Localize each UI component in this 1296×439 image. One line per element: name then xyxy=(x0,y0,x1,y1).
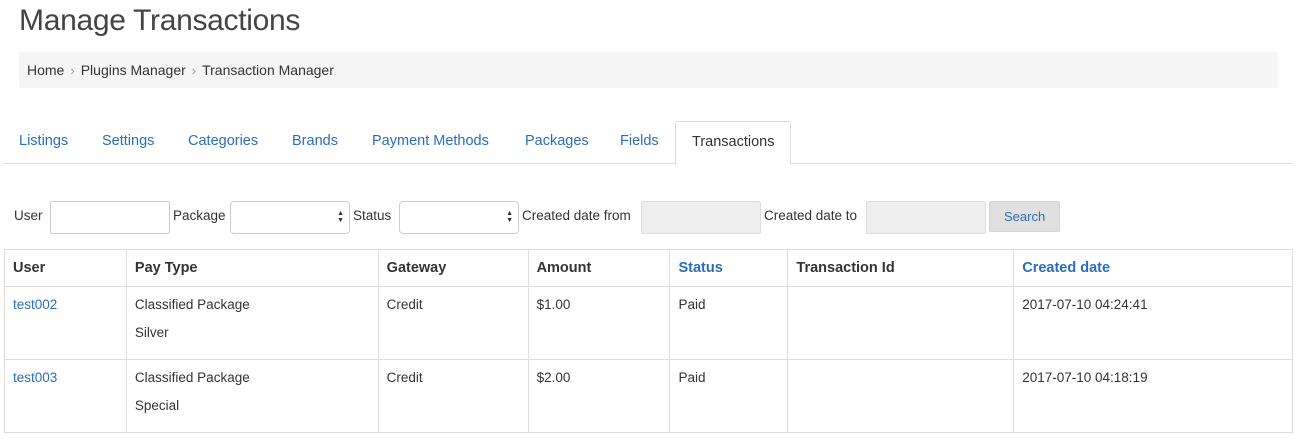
cell-gateway: Credit xyxy=(377,359,529,433)
tab-brands[interactable]: Brands xyxy=(276,121,354,164)
column-header-user: User xyxy=(4,249,127,287)
column-header-transaction-id: Transaction Id xyxy=(787,249,1015,287)
sort-arrows-icon: ▲ ▼ xyxy=(337,210,344,224)
cell-status: Paid xyxy=(669,286,789,360)
tab-transactions[interactable]: Transactions xyxy=(675,121,792,165)
package-name: Special xyxy=(134,398,180,413)
breadcrumb: Home › Plugins Manager › Transaction Man… xyxy=(19,52,1278,88)
cell-transaction-id xyxy=(787,359,1015,433)
cell-created-date: 2017-07-10 04:24:41 xyxy=(1013,286,1293,360)
cell-user: test003 xyxy=(4,359,127,433)
package-filter-select[interactable]: ▲ ▼ xyxy=(230,201,350,234)
tab-bar: Listings Settings Categories Brands Paym… xyxy=(3,121,1293,165)
cell-gateway: Credit xyxy=(377,286,529,360)
column-header-status[interactable]: Status xyxy=(669,249,789,287)
tab-listings[interactable]: Listings xyxy=(3,121,84,164)
user-filter-label: User xyxy=(14,208,43,223)
tab-payment-methods[interactable]: Payment Methods xyxy=(356,121,505,164)
chevron-right-icon: › xyxy=(70,62,75,78)
package-filter-label: Package xyxy=(173,208,226,223)
column-header-gateway: Gateway xyxy=(377,249,529,287)
cell-pay-type: Classified Package Special xyxy=(125,359,379,433)
created-from-input[interactable] xyxy=(641,201,761,234)
user-link[interactable]: test003 xyxy=(13,370,57,385)
cell-transaction-id xyxy=(787,286,1015,360)
search-button[interactable]: Search xyxy=(989,201,1061,232)
chevron-right-icon: › xyxy=(191,62,197,78)
table-header-row: User Pay Type Gateway Amount Status Tran… xyxy=(4,249,1293,287)
tab-packages[interactable]: Packages xyxy=(509,121,605,164)
breadcrumb-transaction-manager: Transaction Manager xyxy=(202,62,334,78)
user-link[interactable]: test002 xyxy=(13,297,57,312)
cell-user: test002 xyxy=(4,286,127,360)
table-row: test002 Classified Package Silver Credit … xyxy=(4,286,1293,360)
column-header-amount: Amount xyxy=(527,249,671,287)
page-title: Manage Transactions xyxy=(19,4,301,37)
created-from-label: Created date from xyxy=(522,208,631,223)
column-header-created-date[interactable]: Created date xyxy=(1013,249,1293,287)
filter-bar: User Package ▲ ▼ Status ▲ ▼ Created date f… xyxy=(0,200,1296,234)
pay-type: Classified Package xyxy=(134,370,250,385)
status-filter-select[interactable]: ▲ ▼ xyxy=(399,201,519,234)
created-to-label: Created date to xyxy=(764,208,858,223)
column-header-pay-type: Pay Type xyxy=(125,249,379,287)
table-row: test003 Classified Package Special Credit… xyxy=(4,359,1293,433)
sort-arrows-icon: ▲ ▼ xyxy=(506,210,513,224)
breadcrumb-plugins-manager[interactable]: Plugins Manager xyxy=(81,62,186,78)
cell-status: Paid xyxy=(669,359,789,433)
created-to-input[interactable] xyxy=(866,201,986,234)
breadcrumb-home[interactable]: Home xyxy=(27,62,64,78)
pay-type: Classified Package xyxy=(134,297,250,312)
tab-settings[interactable]: Settings xyxy=(86,121,170,164)
package-name: Silver xyxy=(134,325,169,340)
tab-categories[interactable]: Categories xyxy=(172,121,274,164)
transactions-table: User Pay Type Gateway Amount Status Tran… xyxy=(4,249,1293,433)
user-filter-input[interactable] xyxy=(50,201,170,234)
tab-fields[interactable]: Fields xyxy=(604,121,675,164)
cell-amount: $1.00 xyxy=(527,286,671,360)
status-filter-label: Status xyxy=(353,208,392,223)
cell-pay-type: Classified Package Silver xyxy=(125,286,379,360)
cell-amount: $2.00 xyxy=(527,359,671,433)
cell-created-date: 2017-07-10 04:18:19 xyxy=(1013,359,1293,433)
